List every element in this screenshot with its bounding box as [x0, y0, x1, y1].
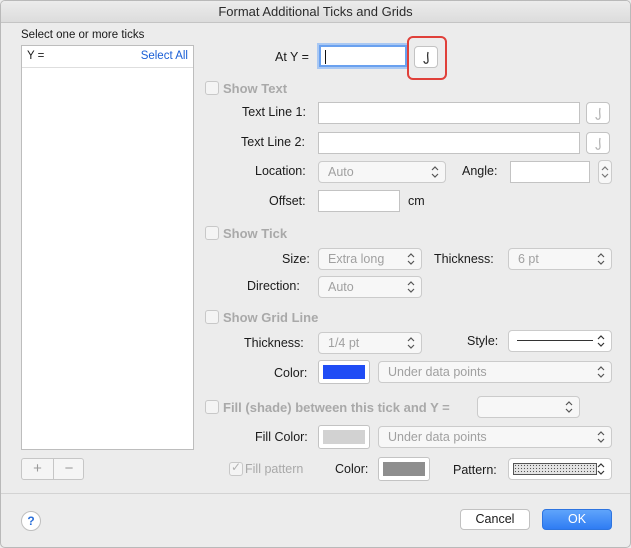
help-button[interactable]: ? [21, 511, 41, 531]
footer-divider [1, 493, 630, 494]
text-line1-input[interactable] [318, 102, 580, 124]
fill-pattern-label: Fill pattern [245, 462, 304, 476]
grid-color-swatch [323, 365, 365, 379]
tick-size-popup[interactable]: Extra long [318, 248, 422, 270]
updown-arrows-icon [565, 401, 573, 413]
highlight-box [407, 36, 447, 80]
ticks-list-header: Select one or more ticks [21, 29, 145, 41]
tick-thickness-popup[interactable]: 6 pt [508, 248, 612, 270]
fill-color-well[interactable] [318, 425, 370, 449]
format-ticks-dialog: Format Additional Ticks and Grids Select… [0, 0, 631, 548]
location-label: Location: [255, 164, 306, 178]
tick-thickness-label: Thickness: [434, 252, 494, 266]
fill-color-swatch [323, 430, 365, 444]
text-line2-label: Text Line 2: [241, 135, 305, 149]
updown-arrows-icon [597, 463, 605, 475]
function-icon [595, 137, 601, 150]
at-y-label: At Y = [275, 50, 309, 64]
tick-direction-label: Direction: [247, 279, 300, 293]
show-tick-checkbox[interactable] [205, 226, 219, 240]
updown-arrows-icon [597, 253, 605, 265]
tick-size-label: Size: [282, 252, 310, 266]
updown-arrows-icon [407, 253, 415, 265]
pattern-color-label: Color: [335, 462, 369, 476]
pattern-label: Pattern: [453, 463, 497, 477]
function-icon [595, 107, 601, 120]
add-tick-button[interactable]: + [22, 459, 53, 479]
pattern-popup[interactable] [508, 458, 612, 480]
grid-thickness-label: Thickness: [244, 336, 304, 350]
offset-input[interactable] [318, 190, 400, 212]
show-grid-label: Show Grid Line [223, 310, 319, 325]
angle-label: Angle: [462, 164, 498, 178]
list-header-row: Y = Select All [22, 46, 193, 68]
updown-arrows-icon [597, 335, 605, 347]
cancel-button[interactable]: Cancel [460, 509, 530, 530]
fill-order-popup[interactable]: Under data points [378, 426, 612, 448]
grid-color-well[interactable] [318, 360, 370, 384]
remove-tick-button[interactable]: − [53, 459, 84, 479]
location-popup[interactable]: Auto [318, 161, 446, 183]
grid-order-value: Under data points [388, 365, 487, 379]
tick-thickness-value: 6 pt [518, 252, 539, 266]
text-line2-function-button[interactable] [586, 132, 610, 154]
grid-style-popup[interactable] [508, 330, 612, 352]
grid-color-label: Color: [274, 366, 308, 380]
tick-direction-popup[interactable]: Auto [318, 276, 422, 298]
add-remove-group: + − [21, 458, 84, 480]
offset-label: Offset: [269, 194, 306, 208]
fill-pattern-checkbox[interactable] [229, 460, 243, 476]
text-line1-label: Text Line 1: [242, 105, 306, 119]
stepper-arrows-icon [601, 166, 609, 178]
tick-size-value: Extra long [328, 252, 385, 266]
show-text-checkbox[interactable] [205, 81, 219, 95]
fill-color-label: Fill Color: [255, 430, 308, 444]
updown-arrows-icon [407, 281, 415, 293]
grid-order-popup[interactable]: Under data points [378, 361, 612, 383]
text-line1-function-button[interactable] [586, 102, 610, 124]
show-tick-label: Show Tick [223, 226, 288, 241]
text-line2-input[interactable] [318, 132, 580, 154]
window-title: Format Additional Ticks and Grids [1, 1, 630, 23]
at-y-input[interactable] [319, 45, 407, 67]
ticks-list[interactable]: Y = Select All [21, 45, 194, 450]
tick-direction-value: Auto [328, 280, 354, 294]
show-text-label: Show Text [223, 81, 288, 96]
offset-unit: cm [408, 194, 425, 208]
updown-arrows-icon [431, 166, 439, 178]
angle-input[interactable] [510, 161, 590, 183]
grid-style-label: Style: [467, 334, 499, 348]
pattern-color-swatch [383, 462, 425, 476]
line-style-sample [517, 340, 593, 341]
location-value: Auto [328, 165, 354, 179]
grid-thickness-popup[interactable]: 1/4 pt [318, 332, 422, 354]
show-grid-checkbox[interactable] [205, 310, 219, 324]
fill-to-y-popup[interactable] [477, 396, 580, 418]
updown-arrows-icon [597, 431, 605, 443]
pattern-color-well[interactable] [378, 457, 430, 481]
fill-label: Fill (shade) between this tick and Y = [223, 400, 450, 415]
fill-order-value: Under data points [388, 430, 487, 444]
pattern-swatch [513, 463, 597, 475]
updown-arrows-icon [407, 337, 415, 349]
updown-arrows-icon [597, 366, 605, 378]
grid-thickness-value: 1/4 pt [328, 336, 360, 350]
angle-stepper[interactable] [598, 160, 612, 184]
text-caret [325, 50, 326, 64]
fill-checkbox[interactable] [205, 400, 219, 414]
select-all-link[interactable]: Select All [141, 46, 188, 67]
y-column-label: Y = [27, 50, 45, 62]
ok-button[interactable]: OK [542, 509, 612, 530]
